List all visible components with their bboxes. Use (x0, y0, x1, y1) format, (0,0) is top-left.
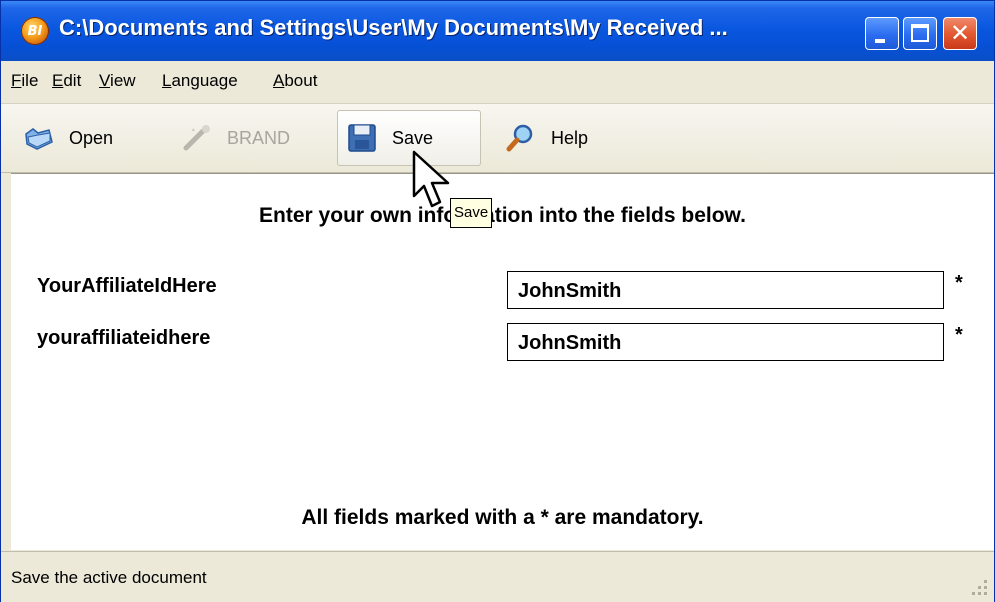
menu-edit[interactable]: Edit (52, 71, 81, 91)
save-tooltip: Save (450, 198, 493, 228)
open-button[interactable]: Open (15, 110, 121, 166)
app-logo-text: BI (27, 23, 43, 39)
open-folder-icon (25, 128, 53, 150)
maximize-button[interactable] (903, 17, 937, 50)
app-window: BI C:\Documents and Settings\User\My Doc… (0, 0, 995, 602)
maximize-icon (911, 24, 929, 42)
form-panel: Enter your own information into the fiel… (11, 173, 994, 550)
field-label-affiliate-id-lower: youraffiliateidhere (37, 327, 211, 349)
save-button[interactable]: Save (337, 110, 481, 166)
field-label-affiliate-id: YourAffiliateIdHere (37, 275, 217, 297)
mandatory-note: All fields marked with a * are mandatory… (301, 506, 704, 529)
status-text: Save the active document (11, 568, 207, 587)
menu-language-label: anguage (171, 71, 238, 90)
menu-language[interactable]: Language (162, 71, 238, 91)
floppy-disk-icon (348, 124, 376, 152)
toolbar: Open BRAND Save Help (1, 104, 994, 173)
close-button[interactable]: ✕ (943, 17, 977, 50)
required-marker: * (955, 324, 963, 346)
menu-edit-mnemonic: E (52, 71, 64, 90)
menu-file[interactable]: File (11, 71, 38, 91)
form-instruction: Enter your own information into the fiel… (259, 204, 746, 227)
menu-about[interactable]: About (273, 71, 317, 91)
affiliate-id-input[interactable]: JohnSmith (507, 271, 944, 309)
menu-edit-label: dit (63, 71, 82, 90)
status-bar: Save the active document (1, 551, 994, 602)
minimize-icon (875, 39, 885, 43)
menu-view-mnemonic: V (99, 71, 111, 90)
brand-label: BRAND (227, 127, 291, 148)
help-button[interactable]: Help (497, 110, 596, 166)
menu-view[interactable]: View (99, 71, 136, 91)
menu-about-mnemonic: A (273, 71, 285, 90)
menu-view-label: iew (110, 71, 136, 90)
help-magnifier-icon (506, 124, 533, 152)
menu-bar: File Edit View Language About (1, 63, 994, 104)
close-icon: ✕ (949, 19, 971, 47)
resize-grip-icon[interactable] (968, 576, 990, 598)
menu-about-label: bout (284, 71, 318, 90)
window-title: C:\Documents and Settings\User\My Docume… (59, 15, 728, 40)
help-label: Help (551, 127, 589, 148)
open-label: Open (69, 127, 114, 148)
brand-button[interactable]: BRAND (173, 110, 298, 166)
app-logo-icon[interactable]: BI (21, 17, 49, 45)
minimize-button[interactable] (865, 17, 899, 50)
menu-file-mnemonic: F (11, 71, 22, 90)
affiliate-id-lower-input[interactable]: JohnSmith (507, 323, 944, 361)
required-marker: * (955, 272, 963, 294)
title-bar[interactable]: BI C:\Documents and Settings\User\My Doc… (1, 1, 994, 61)
brand-wand-icon (183, 125, 210, 151)
save-label: Save (392, 127, 434, 148)
menu-file-label: ile (21, 71, 39, 90)
